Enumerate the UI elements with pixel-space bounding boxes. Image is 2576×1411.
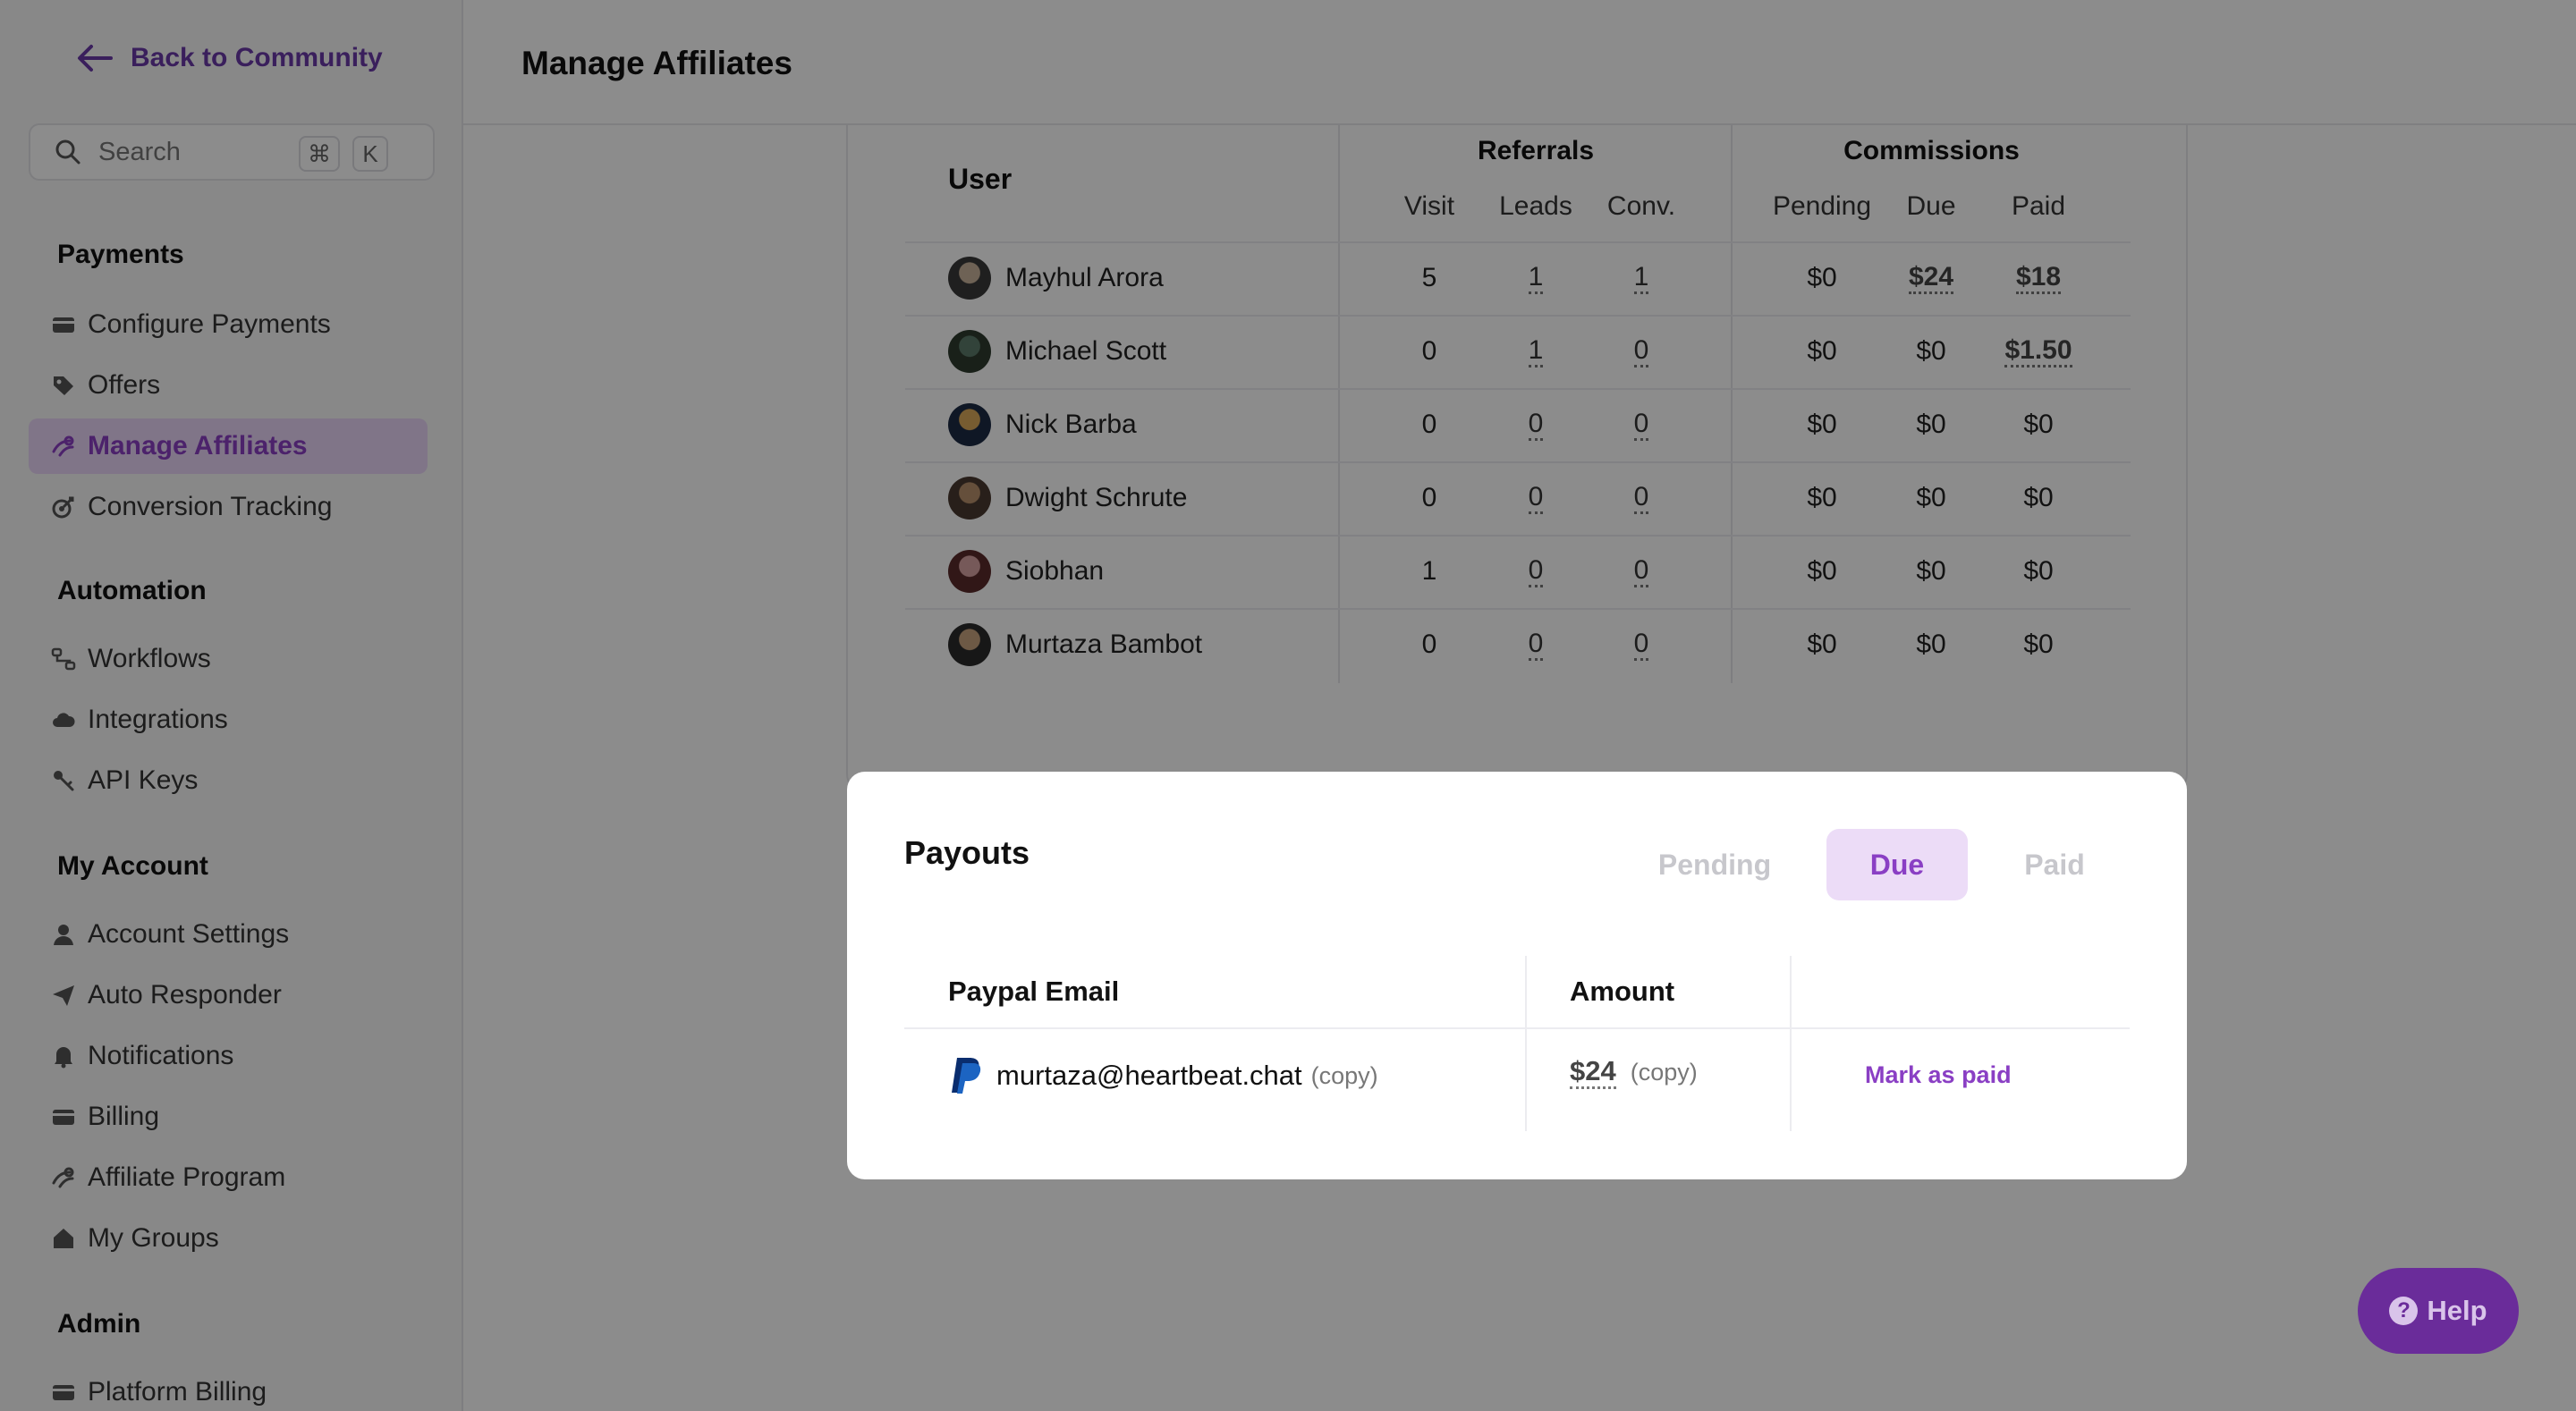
tab-pending[interactable]: Pending: [1643, 829, 1786, 900]
payouts-title: Payouts: [904, 834, 1030, 871]
payout-amount-cell: $24 (copy): [1570, 1055, 1698, 1090]
tab-due[interactable]: Due: [1826, 829, 1968, 900]
payouts-modal: Payouts Pending Due Paid Paypal Email Am…: [847, 772, 2187, 1179]
divider: [1790, 956, 1792, 1131]
divider: [1525, 956, 1527, 1131]
modal-backdrop[interactable]: [0, 0, 2576, 1411]
paypal-icon: [952, 1058, 981, 1094]
tab-paid[interactable]: Paid: [1992, 829, 2117, 900]
payout-amount[interactable]: $24: [1570, 1055, 1616, 1090]
payout-email: murtaza@heartbeat.chat: [996, 1060, 1302, 1091]
col-paypal-email: Paypal Email: [948, 976, 1120, 1007]
payout-email-cell: murtaza@heartbeat.chat (copy): [948, 1056, 1378, 1095]
mark-as-paid-button[interactable]: Mark as paid: [1865, 1061, 2012, 1089]
col-amount: Amount: [1570, 976, 1675, 1007]
question-icon: ?: [2389, 1297, 2419, 1325]
help-label: Help: [2427, 1295, 2487, 1326]
header-divider: [904, 1027, 2130, 1029]
copy-amount-link[interactable]: (copy): [1631, 1059, 1698, 1086]
help-button[interactable]: ? Help: [2358, 1268, 2519, 1354]
copy-email-link[interactable]: (copy): [1311, 1062, 1378, 1090]
